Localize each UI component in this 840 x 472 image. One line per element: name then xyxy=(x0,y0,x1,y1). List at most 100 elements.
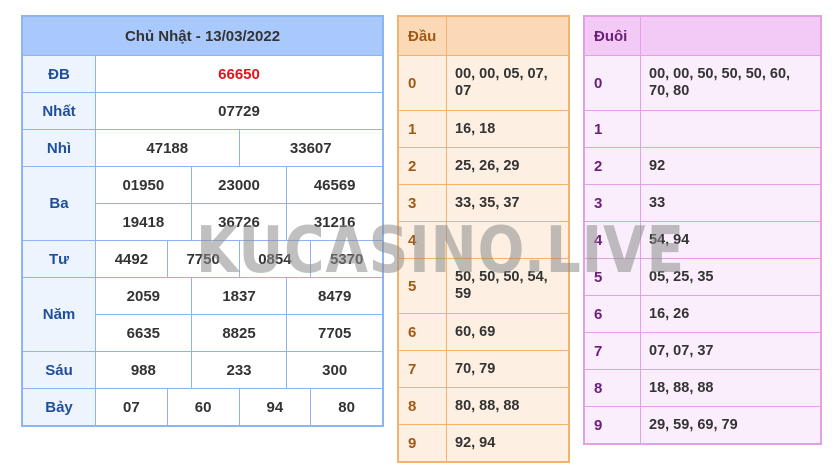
prize-line: 2059 1837 8479 xyxy=(96,278,382,314)
prize-number: 60 xyxy=(166,389,239,425)
duoi-digit: 7 xyxy=(585,333,641,369)
dau-values: 92, 94 xyxy=(455,434,496,451)
prize-number: 1837 xyxy=(190,278,287,314)
duoi-header-row: Đuôi xyxy=(585,17,820,56)
duoi-row: 0 00, 00, 50, 50, 50, 60, 70, 80 xyxy=(585,56,820,111)
prize-number: 01950 xyxy=(122,176,165,194)
duoi-values: 33 xyxy=(649,194,666,211)
dau-digit: 8 xyxy=(399,388,447,424)
dau-row: 2 25, 26, 29 xyxy=(399,148,568,185)
dau-values: 33, 35, 37 xyxy=(455,194,520,211)
duoi-values xyxy=(641,111,820,147)
dau-row: 0 00, 00, 05, 07, 07 xyxy=(399,56,568,111)
special-prize-number: 66650 xyxy=(218,65,260,83)
dau-digit: 1 xyxy=(399,111,447,147)
prize-label: Tư xyxy=(23,241,96,277)
prize-number: 0854 xyxy=(238,241,311,277)
prize-number: 46569 xyxy=(286,167,382,203)
dau-digit: 3 xyxy=(399,185,447,221)
dau-body: 0 00, 00, 05, 07, 07 1 16, 18 2 25, 26, 29 3 33… xyxy=(399,56,568,461)
prize-line: 66650 xyxy=(96,56,382,92)
duoi-digit: 6 xyxy=(585,296,641,332)
prize-row: Năm 2059 1837 8479 6635 8825 7705 xyxy=(23,278,382,352)
duoi-digit: 4 xyxy=(585,222,641,258)
results-table: Chủ Nhật - 13/03/2022 ĐB 66650 Nhất 07729 Nh… xyxy=(21,15,384,427)
duoi-row: 3 33 xyxy=(585,185,820,222)
duoi-body: 0 00, 00, 50, 50, 50, 60, 70, 80 1 2 92 3 33 4 5… xyxy=(585,56,820,443)
dau-digit: 6 xyxy=(399,314,447,350)
dau-values: 16, 18 xyxy=(455,120,496,137)
duoi-values: 07, 07, 37 xyxy=(649,342,714,359)
duoi-values: 54, 94 xyxy=(649,231,690,248)
duoi-digit: 1 xyxy=(585,111,641,147)
prize-number: 94 xyxy=(238,389,311,425)
prize-row: Nhất 07729 xyxy=(23,93,382,130)
prize-label: Sáu xyxy=(23,352,96,388)
duoi-values: 29, 59, 69, 79 xyxy=(649,416,738,433)
duoi-row: 4 54, 94 xyxy=(585,222,820,259)
prize-row: ĐB 66650 xyxy=(23,56,382,93)
prize-number: 19418 xyxy=(122,213,165,231)
prize-line: 988 233 300 xyxy=(96,352,382,388)
dau-row: 8 80, 88, 88 xyxy=(399,388,568,425)
dau-digit: 0 xyxy=(399,56,447,110)
duoi-row: 9 29, 59, 69, 79 xyxy=(585,407,820,443)
dau-header: Đầu xyxy=(399,17,447,55)
dau-values xyxy=(447,222,568,258)
duoi-row: 8 18, 88, 88 xyxy=(585,370,820,407)
prize-number: 36726 xyxy=(190,204,287,240)
dau-header-empty xyxy=(447,17,568,55)
prize-number: 2059 xyxy=(126,287,161,305)
duoi-digit: 8 xyxy=(585,370,641,406)
duoi-values: 92 xyxy=(649,157,666,174)
dau-row: 7 70, 79 xyxy=(399,351,568,388)
duoi-table: Đuôi 0 00, 00, 50, 50, 50, 60, 70, 80 1 2 92… xyxy=(583,15,822,445)
duoi-row: 5 05, 25, 35 xyxy=(585,259,820,296)
duoi-digit: 0 xyxy=(585,56,641,110)
duoi-row: 6 16, 26 xyxy=(585,296,820,333)
duoi-values: 05, 25, 35 xyxy=(649,268,714,285)
duoi-digit: 5 xyxy=(585,259,641,295)
prize-values: 07 60 94 80 xyxy=(96,389,382,425)
prize-line: 4492 7750 0854 5370 xyxy=(96,241,382,277)
prize-label: Nhất xyxy=(23,93,96,129)
dau-values: 00, 00, 05, 07, 07 xyxy=(455,66,548,99)
dau-values: 70, 79 xyxy=(455,360,496,377)
prize-row: Bảy 07 60 94 80 xyxy=(23,389,382,425)
duoi-values: 18, 88, 88 xyxy=(649,379,714,396)
dau-row: 3 33, 35, 37 xyxy=(399,185,568,222)
prize-row: Sáu 988 233 300 xyxy=(23,352,382,389)
prize-number: 8479 xyxy=(286,278,382,314)
prize-label: Ba xyxy=(23,167,96,240)
prize-number: 23000 xyxy=(190,167,287,203)
prize-line: 6635 8825 7705 xyxy=(96,314,382,351)
prize-line: 07729 xyxy=(96,93,382,129)
prize-line: 47188 33607 xyxy=(96,130,382,166)
dau-row: 1 16, 18 xyxy=(399,111,568,148)
prize-values: 2059 1837 8479 6635 8825 7705 xyxy=(96,278,382,351)
prize-values: 988 233 300 xyxy=(96,352,382,388)
dau-header-row: Đầu xyxy=(399,17,568,56)
duoi-values: 00, 00, 50, 50, 50, 60, 70, 80 xyxy=(649,66,791,99)
prize-number: 988 xyxy=(130,361,156,379)
prize-line: 01950 23000 46569 xyxy=(96,167,382,203)
dau-values: 50, 50, 50, 54, 59 xyxy=(455,269,548,302)
dau-row: 6 60, 69 xyxy=(399,314,568,351)
prize-number: 80 xyxy=(310,389,382,425)
prize-values: 66650 xyxy=(96,56,382,92)
prize-number: 300 xyxy=(286,352,382,388)
dau-digit: 5 xyxy=(399,259,447,313)
prize-number: 7705 xyxy=(286,315,382,351)
prize-number: 6635 xyxy=(126,324,161,342)
dau-values: 25, 26, 29 xyxy=(455,157,520,174)
prize-number: 8825 xyxy=(190,315,287,351)
prize-label: Bảy xyxy=(23,389,96,425)
prize-values: 01950 23000 46569 19418 36726 31216 xyxy=(96,167,382,240)
dau-row: 4 xyxy=(399,222,568,259)
results-body: ĐB 66650 Nhất 07729 Nhì 47188 33607 Ba 01950 2300… xyxy=(23,56,382,425)
dau-row: 5 50, 50, 50, 54, 59 xyxy=(399,259,568,314)
dau-digit: 2 xyxy=(399,148,447,184)
duoi-digit: 9 xyxy=(585,407,641,443)
duoi-digit: 3 xyxy=(585,185,641,221)
dau-table: Đầu 0 00, 00, 05, 07, 07 1 16, 18 2 25, 26, 2… xyxy=(397,15,570,463)
